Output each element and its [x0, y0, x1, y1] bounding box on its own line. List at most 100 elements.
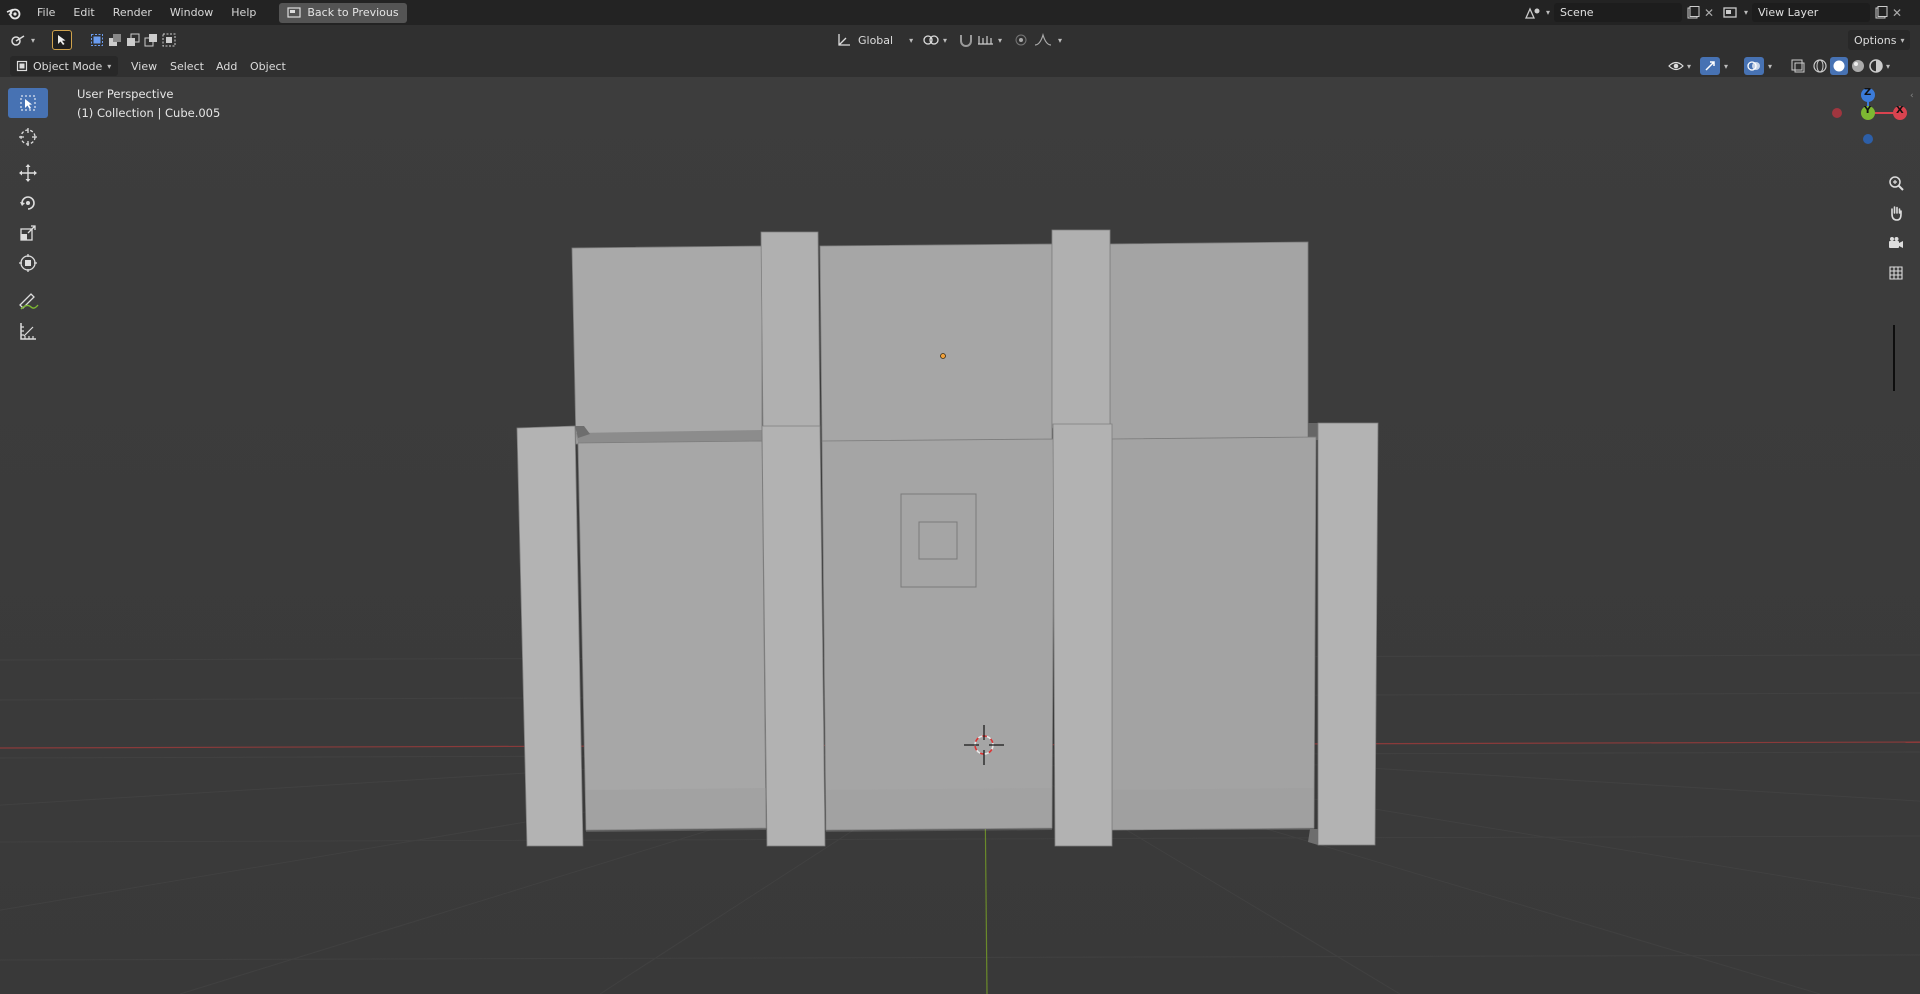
- neg-z-axis-icon: [1863, 134, 1873, 144]
- transform-icon[interactable]: [8, 248, 48, 278]
- menu-select[interactable]: Select: [170, 56, 204, 76]
- gizmo-toggle-icon[interactable]: [1700, 57, 1720, 75]
- top-menu-bar: File Edit Render Window Help Back to Pre…: [0, 0, 1920, 25]
- menu-help[interactable]: Help: [222, 0, 265, 25]
- camera-icon[interactable]: [1882, 229, 1910, 257]
- scene-icon[interactable]: [1524, 6, 1542, 20]
- view-layer-field[interactable]: View Layer: [1752, 3, 1871, 22]
- select-extend-icon[interactable]: [108, 33, 122, 47]
- back-to-previous-button[interactable]: Back to Previous: [279, 2, 407, 23]
- menu-window[interactable]: Window: [161, 0, 222, 25]
- view-layer-name: View Layer: [1758, 6, 1819, 19]
- options-dropdown[interactable]: Options ▾: [1848, 30, 1911, 50]
- pivot-point-dropdown[interactable]: ▾: [922, 30, 947, 50]
- object-mode-dropdown[interactable]: Object Mode ▾: [10, 56, 118, 76]
- transform-orientation-dropdown[interactable]: Global ▾: [836, 30, 913, 50]
- select-new-icon[interactable]: [90, 33, 104, 47]
- magnet-icon[interactable]: [958, 33, 974, 47]
- transform-orientation-value: Global: [858, 33, 894, 47]
- zoom-icon[interactable]: [1882, 169, 1910, 197]
- overlay-toggle-group: ▾: [1744, 56, 1772, 76]
- scene-name: Scene: [1560, 6, 1594, 19]
- menu-object[interactable]: Object: [250, 56, 286, 76]
- orientation-chevron-icon: ▾: [909, 35, 914, 45]
- navigation-gizmo[interactable]: Z Y X: [1820, 85, 1910, 155]
- rotate-icon[interactable]: [8, 188, 48, 218]
- snap-increment-icon[interactable]: [977, 33, 995, 47]
- new-scene-icon[interactable]: [1686, 5, 1700, 20]
- gizmo-chevron-icon[interactable]: ▾: [1724, 62, 1728, 71]
- object-mode-icon: [16, 60, 28, 72]
- tool-select-button[interactable]: [52, 30, 72, 50]
- mode-chevron-icon: ▾: [107, 61, 112, 71]
- shading-group: ▾: [1812, 56, 1890, 76]
- material-shading-icon[interactable]: [1850, 58, 1866, 74]
- measure-icon[interactable]: [8, 316, 48, 346]
- shading-chevron-icon[interactable]: ▾: [1886, 62, 1890, 71]
- annotate-icon[interactable]: [8, 286, 48, 316]
- object-mode-label: Object Mode: [33, 59, 103, 73]
- scale-icon[interactable]: [8, 218, 48, 248]
- xray-toggle-icon[interactable]: [1790, 56, 1806, 76]
- perspective-label: User Perspective: [77, 87, 174, 101]
- proportional-editing-icon[interactable]: [1014, 33, 1028, 47]
- sidebar-toggle-handle[interactable]: [1893, 325, 1895, 391]
- menu-edit[interactable]: Edit: [64, 0, 103, 25]
- eye-icon[interactable]: [1668, 60, 1684, 72]
- view-layer-icon[interactable]: [1722, 6, 1740, 20]
- menu-file[interactable]: File: [28, 0, 64, 25]
- delete-view-layer-icon[interactable]: ✕: [1892, 6, 1902, 20]
- gizmo-toggle-group: ▾: [1700, 56, 1728, 76]
- tool-shelf: [8, 88, 48, 346]
- proportional-edit-group: ▾: [1014, 30, 1062, 50]
- screen-icon: [287, 6, 301, 18]
- pivot-icon: [923, 35, 939, 45]
- options-label: Options: [1854, 33, 1897, 47]
- overlays-icon[interactable]: [1744, 57, 1764, 75]
- editor-type-chevron-icon: ▾: [31, 35, 36, 45]
- solid-shading-icon[interactable]: [1830, 57, 1848, 75]
- scene-field[interactable]: Scene: [1554, 3, 1683, 22]
- neg-x-axis-icon: [1832, 108, 1842, 118]
- scene-chevron-icon[interactable]: ▾: [1546, 8, 1550, 17]
- view-layer-chevron-icon[interactable]: ▾: [1744, 8, 1748, 17]
- selection-mode-group: [90, 30, 176, 50]
- move-icon[interactable]: [8, 158, 48, 188]
- menu-view[interactable]: View: [131, 56, 157, 76]
- delete-scene-icon[interactable]: ✕: [1704, 6, 1714, 20]
- gizmo-y-label: Y: [1864, 105, 1872, 116]
- blender-logo-icon[interactable]: [0, 0, 28, 25]
- arrow-cursor-icon: [58, 35, 66, 45]
- back-to-previous-label: Back to Previous: [307, 6, 399, 19]
- active-collection-label: (1) Collection | Cube.005: [77, 106, 221, 120]
- overlays-chevron-icon[interactable]: ▾: [1768, 62, 1772, 71]
- menu-render[interactable]: Render: [104, 0, 161, 25]
- tool-header: ▾ Global ▾ ▾ ▾ ▾ Options ▾: [0, 25, 1920, 55]
- select-box-icon[interactable]: [8, 88, 48, 118]
- visibility-group: ▾: [1668, 56, 1691, 76]
- cursor-icon[interactable]: [8, 122, 48, 152]
- editor-type-icon: [11, 35, 25, 46]
- select-intersect-icon[interactable]: [162, 33, 176, 47]
- grid-icon[interactable]: [1882, 259, 1910, 287]
- falloff-icon[interactable]: [1034, 33, 1052, 47]
- select-difference-icon[interactable]: [144, 33, 158, 47]
- visibility-chevron-icon[interactable]: ▾: [1687, 62, 1691, 71]
- editor-type-button[interactable]: ▾: [10, 30, 35, 50]
- falloff-chevron-icon[interactable]: ▾: [1058, 36, 1062, 45]
- scene-canvas[interactable]: [0, 77, 1920, 994]
- select-subtract-icon[interactable]: [126, 33, 140, 47]
- pivot-chevron-icon: ▾: [943, 35, 948, 45]
- hand-icon[interactable]: [1882, 199, 1910, 227]
- snap-chevron-icon[interactable]: ▾: [998, 36, 1002, 45]
- chest-model: [516, 229, 1379, 847]
- gizmo-x-label: X: [1896, 105, 1904, 116]
- 3d-viewport[interactable]: User Perspective (1) Collection | Cube.0…: [0, 77, 1920, 994]
- sidebar-collapse-icon[interactable]: ‹: [1910, 91, 1914, 101]
- options-chevron-icon: ▾: [1900, 35, 1905, 45]
- menu-add[interactable]: Add: [216, 56, 237, 76]
- wireframe-shading-icon[interactable]: [1812, 58, 1828, 74]
- orientation-icon: [838, 34, 850, 46]
- new-view-layer-icon[interactable]: [1874, 5, 1888, 20]
- rendered-shading-icon[interactable]: [1868, 58, 1884, 74]
